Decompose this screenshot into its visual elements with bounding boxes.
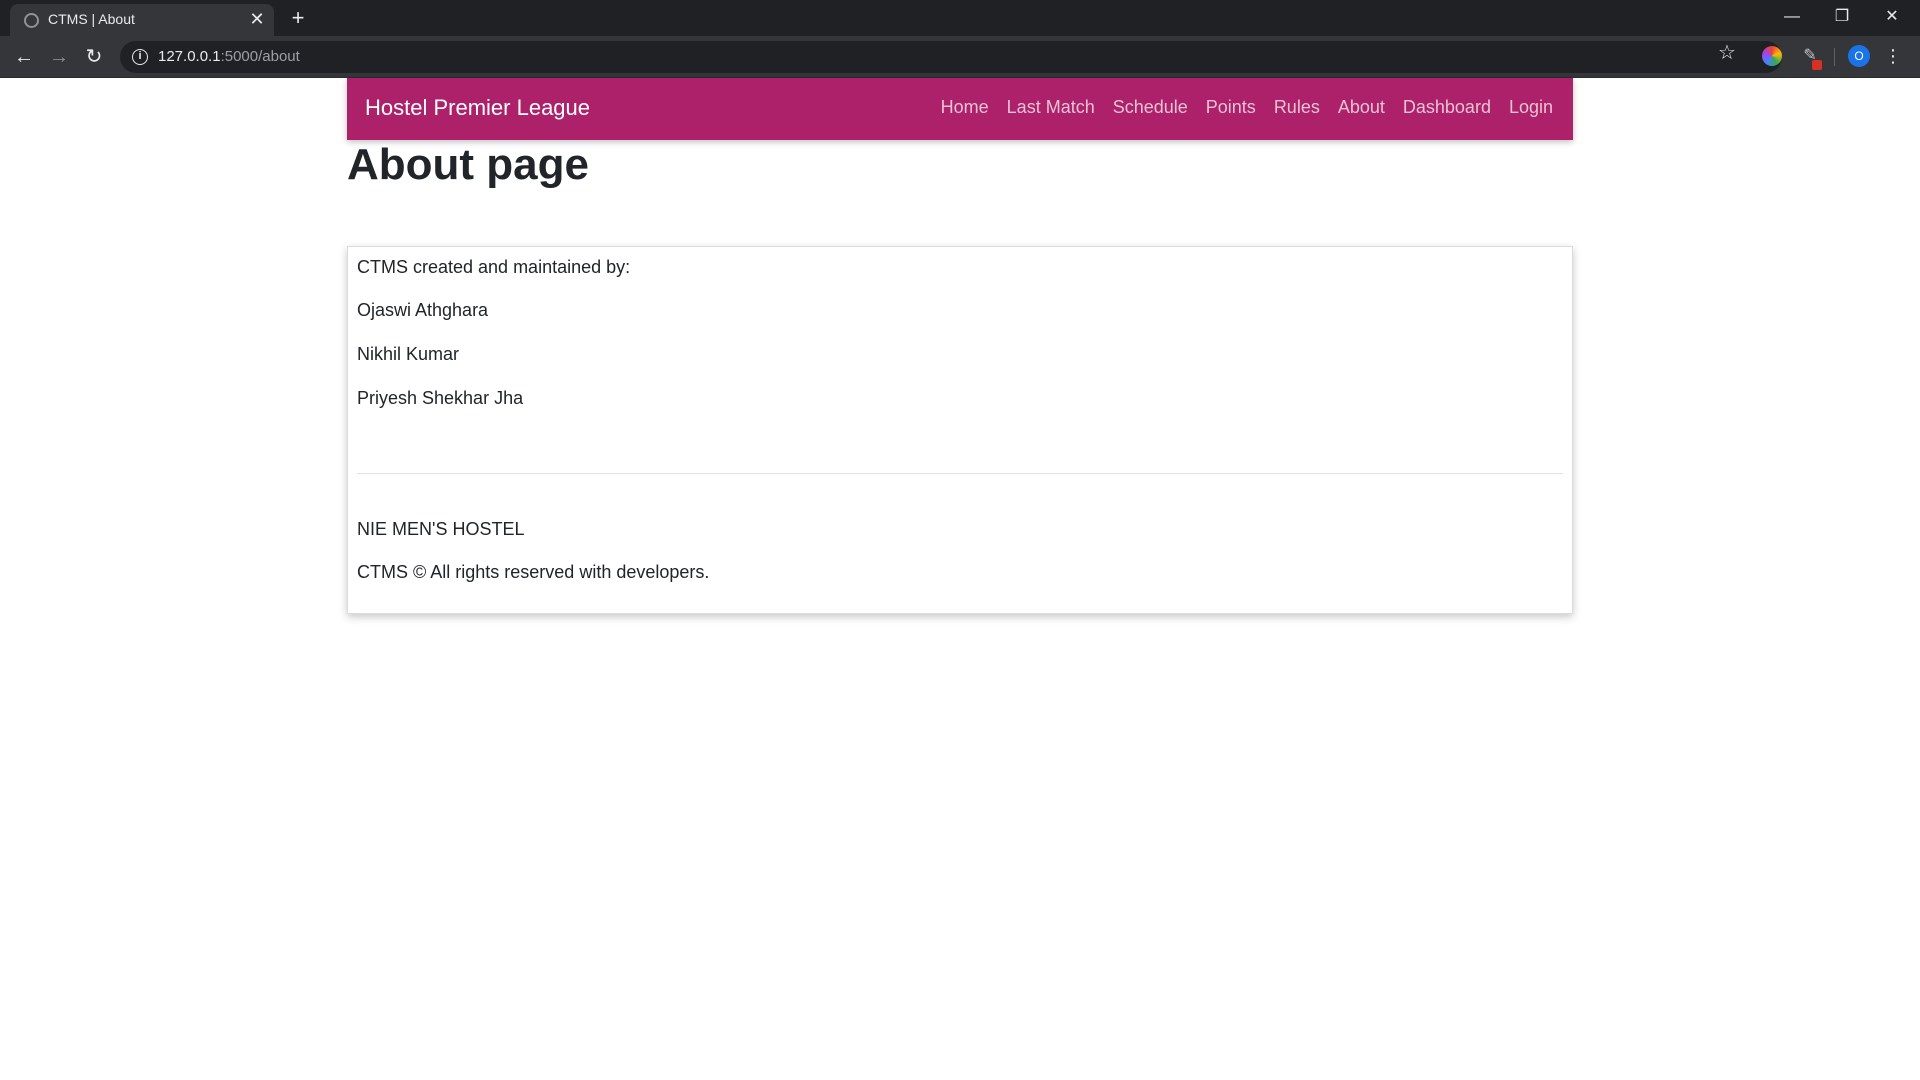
forward-button[interactable]: → [45, 43, 73, 71]
browser-tab-bar: CTMS | About ✕ + — ❐ ✕ [0, 0, 1920, 36]
intro-text: CTMS created and maintained by: [357, 257, 631, 277]
new-tab-button[interactable]: + [286, 6, 310, 30]
divider [357, 473, 1563, 474]
back-button[interactable]: ← [10, 43, 38, 71]
close-window-button[interactable]: ✕ [1872, 4, 1912, 30]
site-navbar: Hostel Premier League Home Last Match Sc… [347, 78, 1573, 140]
info-icon[interactable]: i [132, 49, 148, 65]
nav-link-last-match[interactable]: Last Match [1007, 97, 1095, 118]
nav-link-rules[interactable]: Rules [1274, 97, 1320, 118]
restore-button[interactable]: ❐ [1822, 4, 1862, 30]
profile-avatar[interactable]: O [1848, 45, 1870, 67]
url-text: 127.0.0.1:5000/about [158, 48, 300, 65]
copyright-text: CTMS © All rights reserved with develope… [357, 562, 710, 582]
site-brand[interactable]: Hostel Premier League [365, 95, 590, 121]
page-title: About page [347, 140, 589, 189]
nav-link-schedule[interactable]: Schedule [1113, 97, 1188, 118]
address-bar[interactable]: i 127.0.0.1:5000/about [120, 41, 1782, 73]
nav-links: Home Last Match Schedule Points Rules Ab… [941, 97, 1553, 118]
nav-link-home[interactable]: Home [941, 97, 989, 118]
tab-title: CTMS | About [48, 11, 135, 27]
url-host: 127.0.0.1 [158, 48, 221, 65]
nav-link-points[interactable]: Points [1206, 97, 1256, 118]
url-path: :5000/about [220, 48, 300, 65]
globe-icon [24, 13, 39, 28]
browser-tab[interactable]: CTMS | About ✕ [10, 4, 274, 36]
bookmark-star-icon[interactable]: ☆ [1718, 40, 1736, 65]
org-name: NIE MEN'S HOSTEL [357, 519, 525, 539]
toolbar-divider [1834, 48, 1835, 66]
color-extension-icon[interactable] [1762, 46, 1782, 66]
nav-link-dashboard[interactable]: Dashboard [1403, 97, 1491, 118]
nav-link-about[interactable]: About [1338, 97, 1385, 118]
developer-name: Priyesh Shekhar Jha [357, 388, 524, 408]
developer-name: Nikhil Kumar [357, 344, 460, 364]
minimize-button[interactable]: — [1772, 4, 1812, 30]
about-card: CTMS created and maintained by: Ojaswi A… [347, 246, 1573, 614]
developer-name: Ojaswi Athghara [357, 300, 489, 320]
kebab-menu-icon[interactable]: ⋮ [1884, 44, 1902, 68]
extension-badge [1812, 60, 1822, 70]
reload-button[interactable]: ↻ [80, 43, 108, 71]
close-tab-icon[interactable]: ✕ [246, 8, 268, 30]
nav-link-login[interactable]: Login [1509, 97, 1553, 118]
browser-toolbar: ← → ↻ i 127.0.0.1:5000/about ☆ ✎ O ⋮ [0, 36, 1920, 78]
page-viewport: Hostel Premier League Home Last Match Sc… [0, 78, 1920, 1080]
